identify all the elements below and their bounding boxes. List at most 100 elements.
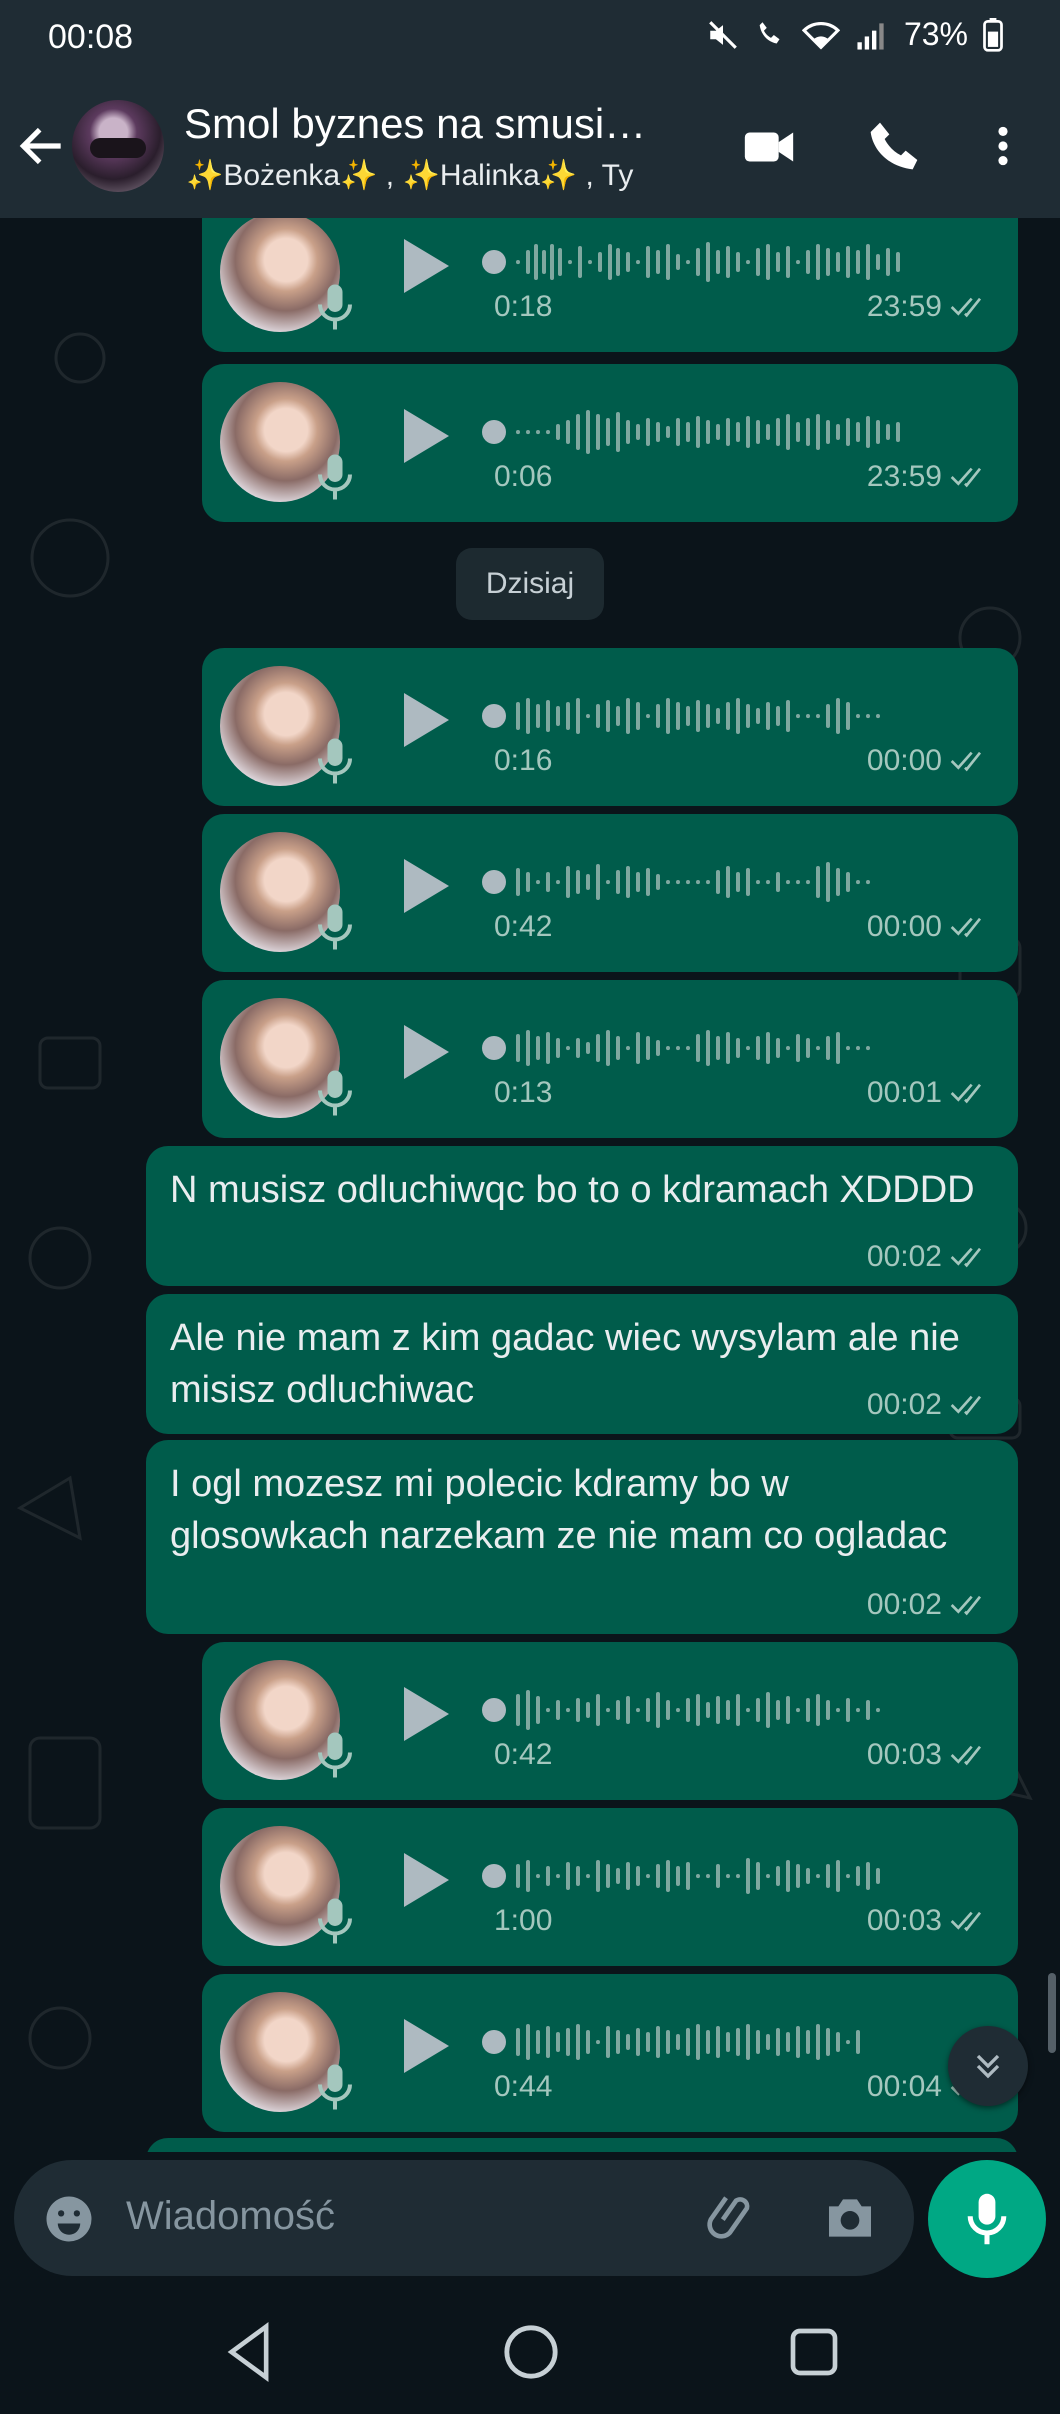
waveform[interactable] — [478, 852, 978, 912]
nav-home-icon[interactable] — [502, 2322, 560, 2382]
message-time: 00:03 — [866, 1738, 942, 1771]
voice-duration: 0:16 — [494, 744, 553, 777]
nav-recents-icon[interactable] — [786, 2322, 842, 2382]
waveform[interactable] — [478, 402, 978, 462]
waveform[interactable] — [478, 232, 978, 292]
waveform[interactable] — [478, 1680, 978, 1740]
message-time: 00:00 — [866, 744, 942, 777]
system-navigation — [0, 2292, 1060, 2414]
voice-message[interactable]: 0:13 00:01 — [202, 980, 1018, 1138]
signal-icon — [857, 22, 884, 50]
back-arrow-icon — [19, 127, 61, 165]
emoji-icon[interactable] — [42, 2192, 96, 2246]
text-message[interactable]: Ale nie mam z kim gadac wiec wysylam ale… — [146, 1294, 1018, 1434]
voice-duration: 0:42 — [494, 910, 553, 943]
date-divider: Dzisiaj — [456, 548, 604, 620]
play-icon[interactable] — [398, 690, 452, 750]
mic-icon — [967, 2193, 1007, 2245]
voice-record-button[interactable] — [928, 2160, 1046, 2278]
phone-icon — [870, 122, 918, 170]
double-check-icon — [950, 1911, 982, 1932]
play-icon[interactable] — [398, 236, 452, 296]
attach-icon[interactable] — [704, 2190, 760, 2246]
double-check-icon — [950, 751, 982, 772]
mic-icon — [318, 1070, 352, 1116]
play-icon[interactable] — [398, 406, 452, 466]
voice-message[interactable]: 0:42 00:00 — [202, 814, 1018, 972]
voice-duration: 1:00 — [494, 1904, 553, 1937]
battery-percent: 73% — [903, 16, 968, 52]
chat-messages[interactable]: 0:18 23:59 0:06 23:59 Dzisiaj 0:16 00:00… — [0, 218, 1060, 2152]
composer: Wiadomość — [0, 2152, 1060, 2292]
voice-message[interactable]: 1:00 00:03 — [202, 1808, 1018, 1966]
chat-header: Smol byznes na smusi… ✨Bożenka✨ , ✨Halin… — [0, 78, 1060, 218]
nav-back-icon[interactable] — [222, 2322, 278, 2382]
voice-call-button[interactable] — [866, 118, 922, 179]
back-button[interactable] — [14, 118, 70, 174]
mic-icon — [318, 1732, 352, 1778]
text-message[interactable]: I ogl mozesz mi polecic kdramy bo w glos… — [146, 1440, 1018, 1634]
voice-message[interactable]: 0:44 00:04 — [202, 1974, 1018, 2132]
message-meta: 00:00 — [867, 910, 990, 944]
mic-icon — [318, 904, 352, 950]
wifi-call-icon — [759, 21, 780, 43]
mic-icon — [318, 284, 352, 330]
message-time: 00:02 — [866, 1588, 942, 1621]
message-time: 23:59 — [866, 290, 942, 323]
message-meta: 00:00 — [867, 744, 990, 778]
status-bar: 00:08 73% — [0, 0, 1060, 78]
message-meta: 23:59 — [867, 460, 990, 494]
message-time: 00:02 — [866, 1388, 942, 1421]
mute-icon — [709, 20, 737, 49]
play-icon[interactable] — [398, 856, 452, 916]
mic-icon — [318, 454, 352, 500]
voice-message[interactable]: 0:42 00:03 — [202, 1642, 1018, 1800]
video-call-button[interactable] — [740, 118, 798, 181]
double-check-icon — [950, 1395, 982, 1416]
double-check-icon — [950, 917, 982, 938]
waveform[interactable] — [478, 1018, 978, 1078]
chat-title[interactable]: Smol byznes na smusi… — [184, 100, 646, 148]
play-icon[interactable] — [398, 1684, 452, 1744]
message-meta: 00:03 — [867, 1904, 990, 1938]
play-icon[interactable] — [398, 1022, 452, 1082]
waveform[interactable] — [478, 1846, 978, 1906]
message-meta: 00:02 — [867, 1388, 990, 1422]
voice-message[interactable]: 0:06 23:59 — [202, 364, 1018, 522]
message-time: 23:59 — [866, 460, 942, 493]
text-message[interactable]: N musisz odluchiwqc bo to o kdramach XDD… — [146, 1146, 1018, 1286]
double-check-icon — [950, 467, 982, 488]
voice-message[interactable]: 0:16 00:00 — [202, 648, 1018, 806]
camera-icon[interactable] — [822, 2192, 878, 2244]
group-avatar[interactable] — [72, 100, 164, 192]
chat-participants[interactable]: ✨Bożenka✨ , ✨Halinka✨ , Ty — [186, 158, 633, 193]
play-icon[interactable] — [398, 1850, 452, 1910]
more-options-button[interactable] — [978, 118, 1028, 179]
message-time: 00:03 — [866, 1904, 942, 1937]
mic-icon — [318, 2064, 352, 2110]
waveform[interactable] — [478, 686, 978, 746]
waveform[interactable] — [478, 2012, 978, 2072]
mic-icon — [318, 1898, 352, 1944]
voice-message[interactable]: 0:18 23:59 — [202, 218, 1018, 352]
message-text: N musisz odluchiwqc bo to o kdramach XDD… — [170, 1169, 975, 1211]
message-meta: 00:01 — [867, 1076, 990, 1110]
voice-duration: 0:13 — [494, 1076, 553, 1109]
message-time: 00:01 — [866, 1076, 942, 1109]
message-meta: 00:03 — [867, 1738, 990, 1772]
mic-icon — [318, 738, 352, 784]
status-time: 00:08 — [48, 18, 134, 56]
video-call-icon — [744, 132, 794, 162]
message-meta: 23:59 — [867, 290, 990, 324]
voice-duration: 0:18 — [494, 290, 553, 323]
wifi-icon — [801, 21, 840, 50]
message-time: 00:00 — [866, 910, 942, 943]
play-icon[interactable] — [398, 2016, 452, 2076]
scrollbar[interactable] — [1048, 1973, 1056, 2053]
message-input[interactable]: Wiadomość — [126, 2194, 335, 2239]
text-message-partial[interactable] — [146, 2138, 1018, 2152]
message-input-container[interactable]: Wiadomość — [14, 2160, 914, 2276]
scroll-to-bottom-button[interactable] — [948, 2026, 1028, 2106]
status-icons: 73% — [706, 16, 1004, 53]
voice-duration: 0:06 — [494, 460, 553, 493]
